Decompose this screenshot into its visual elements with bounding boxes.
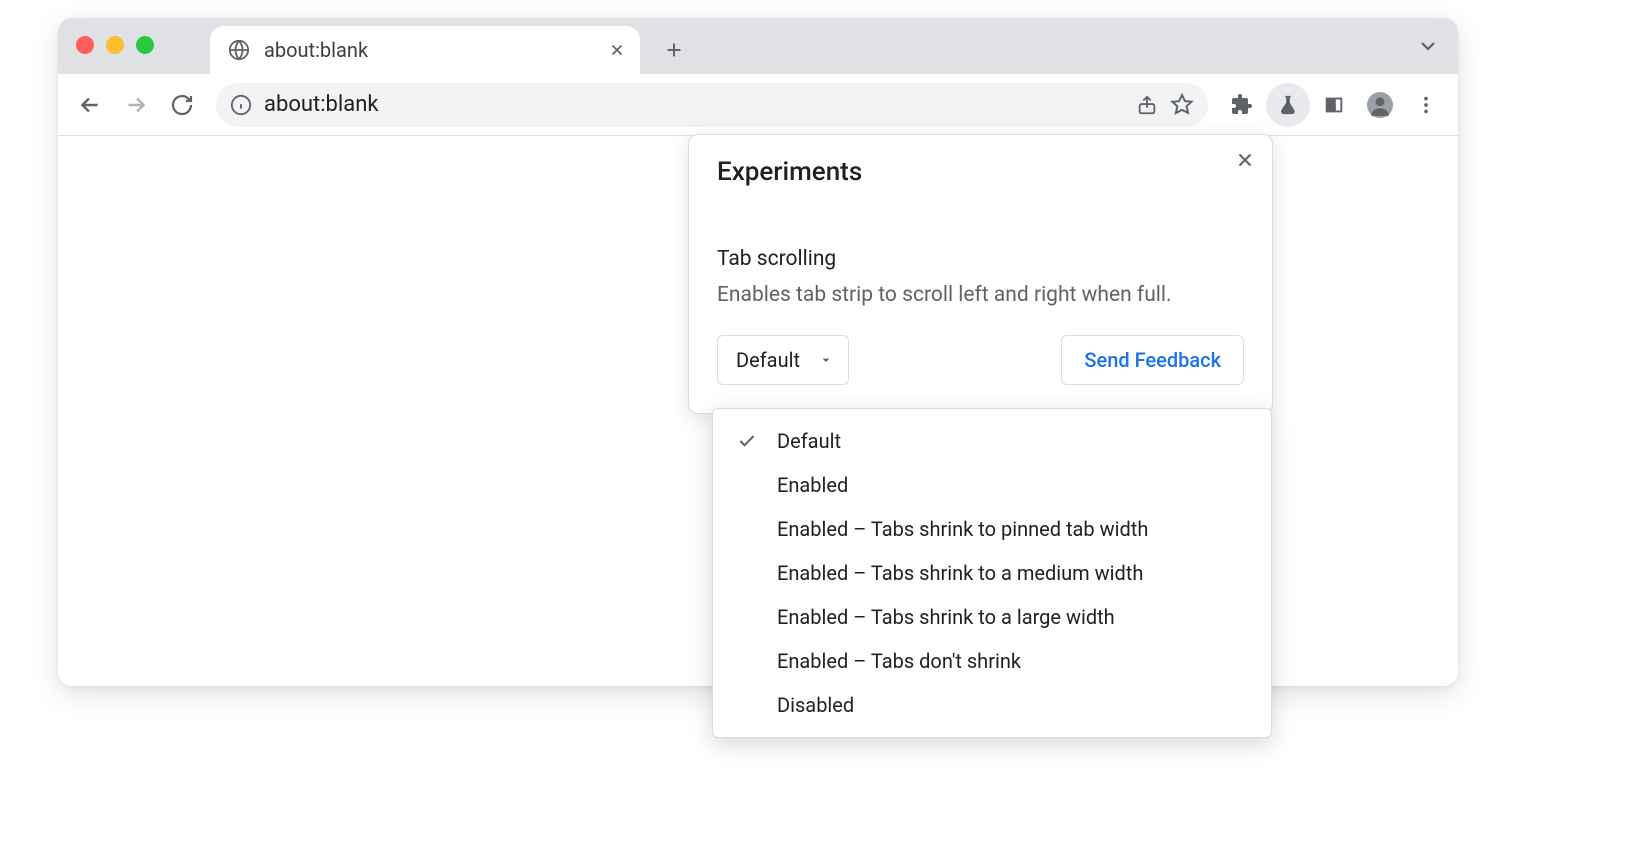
send-feedback-button[interactable]: Send Feedback bbox=[1061, 335, 1244, 385]
experiment-name: Tab scrolling bbox=[717, 247, 1244, 271]
select-value: Default bbox=[736, 348, 800, 372]
feedback-label: Send Feedback bbox=[1084, 348, 1221, 372]
experiment-description: Enables tab strip to scroll left and rig… bbox=[717, 281, 1244, 309]
popup-close-button[interactable] bbox=[1234, 149, 1256, 171]
address-bar[interactable]: about:blank bbox=[216, 83, 1208, 127]
window-minimize-button[interactable] bbox=[106, 36, 124, 54]
dropdown-option[interactable]: Enabled – Tabs shrink to a large width bbox=[713, 595, 1271, 639]
window-close-button[interactable] bbox=[76, 36, 94, 54]
dropdown-option[interactable]: Default bbox=[713, 419, 1271, 463]
tab-title: about:blank bbox=[264, 38, 608, 62]
tab[interactable]: about:blank bbox=[210, 26, 640, 74]
dropdown-option-label: Default bbox=[777, 429, 841, 453]
dropdown-option[interactable]: Enabled bbox=[713, 463, 1271, 507]
globe-icon bbox=[228, 39, 250, 61]
dropdown-option-label: Disabled bbox=[777, 693, 854, 717]
experiment-dropdown: Default Enabled Enabled – Tabs shrink to p… bbox=[712, 408, 1272, 738]
new-tab-button[interactable] bbox=[652, 28, 696, 72]
dropdown-option[interactable]: Enabled – Tabs shrink to a medium width bbox=[713, 551, 1271, 595]
bookmark-icon[interactable] bbox=[1170, 93, 1194, 117]
share-icon[interactable] bbox=[1136, 94, 1158, 116]
reload-button[interactable] bbox=[160, 83, 204, 127]
experiment-select[interactable]: Default bbox=[717, 335, 849, 385]
dropdown-option-label: Enabled – Tabs shrink to pinned tab widt… bbox=[777, 517, 1148, 541]
profile-button[interactable] bbox=[1358, 83, 1402, 127]
menu-button[interactable] bbox=[1404, 83, 1448, 127]
dropdown-option-label: Enabled – Tabs shrink to a large width bbox=[777, 605, 1115, 629]
tab-strip: about:blank bbox=[58, 18, 1458, 74]
dropdown-option-label: Enabled – Tabs shrink to a medium width bbox=[777, 561, 1143, 585]
extensions-button[interactable] bbox=[1220, 83, 1264, 127]
url-text: about:blank bbox=[264, 92, 1124, 117]
site-info-icon[interactable] bbox=[230, 94, 252, 116]
window-zoom-button[interactable] bbox=[136, 36, 154, 54]
experiments-popup: Experiments Tab scrolling Enables tab st… bbox=[688, 134, 1273, 414]
tab-close-button[interactable] bbox=[608, 41, 626, 59]
dropdown-option[interactable]: Enabled – Tabs don't shrink bbox=[713, 639, 1271, 683]
dropdown-option-label: Enabled bbox=[777, 473, 848, 497]
check-icon bbox=[735, 431, 759, 451]
back-button[interactable] bbox=[68, 83, 112, 127]
tab-list-button[interactable] bbox=[1416, 34, 1440, 58]
dropdown-option[interactable]: Disabled bbox=[713, 683, 1271, 727]
dropdown-option-label: Enabled – Tabs don't shrink bbox=[777, 649, 1021, 673]
popup-title: Experiments bbox=[717, 157, 1244, 187]
window-controls bbox=[76, 36, 154, 54]
side-panel-button[interactable] bbox=[1312, 83, 1356, 127]
toolbar: about:blank bbox=[58, 74, 1458, 136]
experiments-button[interactable] bbox=[1266, 83, 1310, 127]
forward-button[interactable] bbox=[114, 83, 158, 127]
dropdown-option[interactable]: Enabled – Tabs shrink to pinned tab widt… bbox=[713, 507, 1271, 551]
